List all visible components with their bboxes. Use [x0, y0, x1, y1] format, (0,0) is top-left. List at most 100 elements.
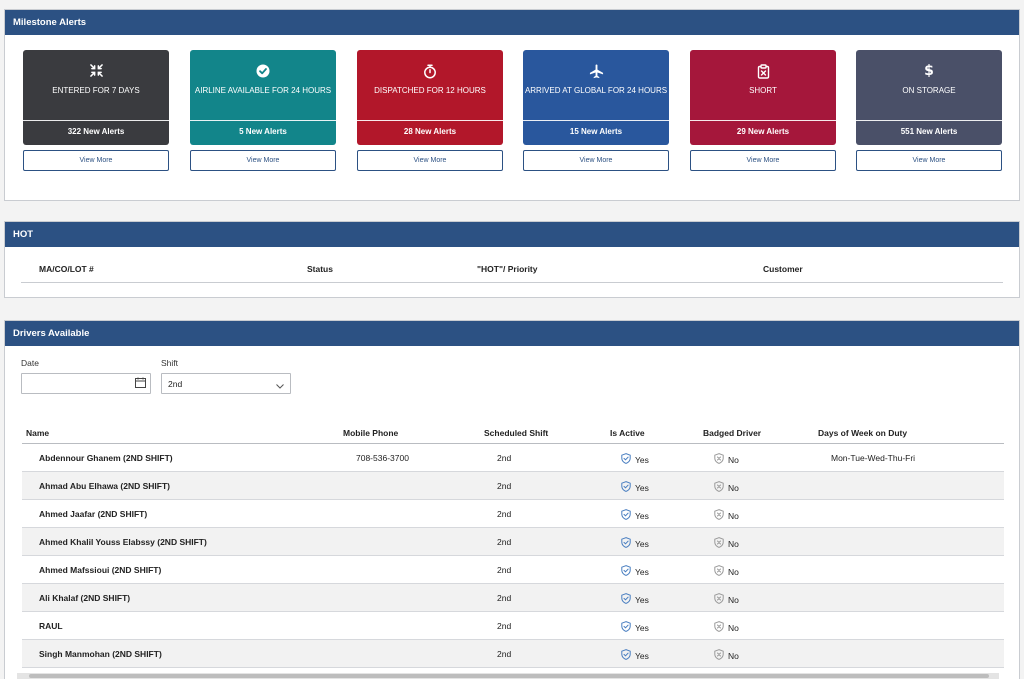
card-short: SHORT 29 New Alerts View More — [690, 50, 836, 171]
table-row[interactable]: Ahmed Mafssioui (2ND SHIFT) 2nd Yes No — [22, 556, 1004, 584]
is-active-value: Yes — [635, 454, 649, 465]
view-more-button[interactable]: View More — [357, 150, 503, 171]
card-airline-available-box[interactable]: AIRLINE AVAILABLE FOR 24 HOURS 5 New Ale… — [190, 50, 336, 145]
card-dispatched-box[interactable]: DISPATCHED FOR 12 HOURS 28 New Alerts — [357, 50, 503, 145]
badged-cell: No — [714, 509, 739, 522]
card-dispatched-12-hours: DISPATCHED FOR 12 HOURS 28 New Alerts Vi… — [357, 50, 503, 171]
card-on-storage: $ ON STORAGE 551 New Alerts View More — [856, 50, 1002, 171]
card-divider — [690, 120, 836, 121]
hot-title: HOT — [5, 222, 1019, 247]
is-active-cell: Yes — [621, 593, 649, 606]
chevron-down-icon — [276, 381, 284, 391]
is-active-cell: Yes — [621, 537, 649, 550]
table-row[interactable]: Singh Manmohan (2ND SHIFT) 2nd Yes No — [22, 640, 1004, 668]
table-row[interactable]: RAUL 2nd Yes No — [22, 612, 1004, 640]
card-on-storage-box[interactable]: $ ON STORAGE 551 New Alerts — [856, 50, 1002, 145]
driver-name: Abdennour Ghanem (2ND SHIFT) — [39, 453, 173, 463]
is-active-value: Yes — [635, 538, 649, 549]
column-header-mobile-phone[interactable]: Mobile Phone — [343, 428, 398, 438]
card-short-box[interactable]: SHORT 29 New Alerts — [690, 50, 836, 145]
drivers-table-body: Abdennour Ghanem (2ND SHIFT) 708-536-370… — [22, 444, 1004, 668]
column-header-is-active[interactable]: Is Active — [610, 428, 645, 438]
drivers-table: Name Mobile Phone Scheduled Shift Is Act… — [22, 416, 1004, 668]
is-active-value: Yes — [635, 594, 649, 605]
column-header-days-on-duty[interactable]: Days of Week on Duty — [818, 428, 907, 438]
badged-cell: No — [714, 565, 739, 578]
view-more-button[interactable]: View More — [23, 150, 169, 171]
shift-select[interactable]: 2nd — [161, 373, 291, 394]
scrollbar-thumb[interactable] — [29, 674, 989, 678]
badged-value: No — [728, 538, 739, 549]
driver-name: Ahmed Khalil Youss Elabssy (2ND SHIFT) — [39, 537, 207, 547]
driver-shift: 2nd — [497, 481, 512, 491]
shield-check-icon — [621, 537, 631, 550]
shield-check-icon — [621, 621, 631, 634]
view-more-button[interactable]: View More — [190, 150, 336, 171]
driver-name: RAUL — [39, 621, 63, 631]
column-header-scheduled-shift[interactable]: Scheduled Shift — [484, 428, 548, 438]
table-row[interactable]: Ahmed Jaafar (2ND SHIFT) 2nd Yes No — [22, 500, 1004, 528]
shield-check-icon — [621, 481, 631, 494]
card-entered-7-days-box[interactable]: ENTERED FOR 7 DAYS 322 New Alerts — [23, 50, 169, 145]
clipboard-x-icon — [690, 64, 836, 79]
column-header[interactable]: MA/CO/LOT # — [39, 264, 94, 274]
shift-select-value: 2nd — [168, 379, 183, 389]
column-header[interactable]: "HOT"/ Priority — [477, 264, 537, 274]
table-row[interactable]: Abdennour Ghanem (2ND SHIFT) 708-536-370… — [22, 444, 1004, 472]
column-header[interactable]: Customer — [763, 264, 803, 274]
table-row[interactable]: Ahmad Abu Elhawa (2ND SHIFT) 2nd Yes No — [22, 472, 1004, 500]
driver-name: Ahmed Jaafar (2ND SHIFT) — [39, 509, 148, 519]
card-entered-7-days: ENTERED FOR 7 DAYS 322 New Alerts View M… — [23, 50, 169, 171]
driver-shift: 2nd — [497, 621, 512, 631]
driver-shift: 2nd — [497, 649, 512, 659]
card-arrived-box[interactable]: ARRIVED AT GLOBAL FOR 24 HOURS 15 New Al… — [523, 50, 669, 145]
is-active-cell: Yes — [621, 509, 649, 522]
card-title: ARRIVED AT GLOBAL FOR 24 HOURS — [524, 86, 668, 95]
badged-value: No — [728, 650, 739, 661]
shield-x-icon — [714, 537, 724, 550]
card-count: 5 New Alerts — [239, 127, 287, 136]
badged-cell: No — [714, 453, 739, 466]
card-divider — [523, 120, 669, 121]
compress-arrows-icon — [23, 64, 169, 77]
driver-shift: 2nd — [497, 565, 512, 575]
badged-value: No — [728, 566, 739, 577]
date-input[interactable] — [21, 373, 151, 394]
table-row[interactable]: Ali Khalaf (2ND SHIFT) 2nd Yes No — [22, 584, 1004, 612]
table-row[interactable]: Ahmed Khalil Youss Elabssy (2ND SHIFT) 2… — [22, 528, 1004, 556]
badged-cell: No — [714, 649, 739, 662]
column-header[interactable]: Status — [307, 264, 333, 274]
is-active-value: Yes — [635, 622, 649, 633]
horizontal-scrollbar[interactable] — [17, 673, 999, 679]
is-active-cell: Yes — [621, 621, 649, 634]
badged-value: No — [728, 454, 739, 465]
driver-name: Singh Manmohan (2ND SHIFT) — [39, 649, 162, 659]
check-circle-icon — [190, 64, 336, 78]
card-divider — [23, 120, 169, 121]
shield-x-icon — [714, 509, 724, 522]
view-more-button[interactable]: View More — [856, 150, 1002, 171]
airplane-icon — [523, 64, 669, 79]
card-divider — [357, 120, 503, 121]
badged-value: No — [728, 510, 739, 521]
hot-panel: HOT MA/CO/LOT # Status "HOT"/ Priority C… — [4, 221, 1020, 298]
view-more-button[interactable]: View More — [690, 150, 836, 171]
badged-cell: No — [714, 481, 739, 494]
hot-table-header: MA/CO/LOT # Status "HOT"/ Priority Custo… — [21, 247, 1003, 283]
driver-phone: 708-536-3700 — [356, 453, 409, 463]
column-header-badged-driver[interactable]: Badged Driver — [703, 428, 761, 438]
card-count: 15 New Alerts — [569, 127, 623, 136]
view-more-button[interactable]: View More — [523, 150, 669, 171]
shift-label: Shift — [161, 358, 179, 368]
card-arrived-at-global: ARRIVED AT GLOBAL FOR 24 HOURS 15 New Al… — [523, 50, 669, 171]
column-header-name[interactable]: Name — [26, 428, 49, 438]
driver-shift: 2nd — [497, 453, 512, 463]
driver-name: Ahmed Mafssioui (2ND SHIFT) — [39, 565, 162, 575]
dollar-icon: $ — [924, 63, 934, 79]
driver-shift: 2nd — [497, 537, 512, 547]
card-count: 551 New Alerts — [900, 127, 958, 136]
card-divider — [190, 120, 336, 121]
date-label: Date — [21, 358, 39, 368]
badged-value: No — [728, 594, 739, 605]
card-title: ON STORAGE — [902, 86, 956, 95]
